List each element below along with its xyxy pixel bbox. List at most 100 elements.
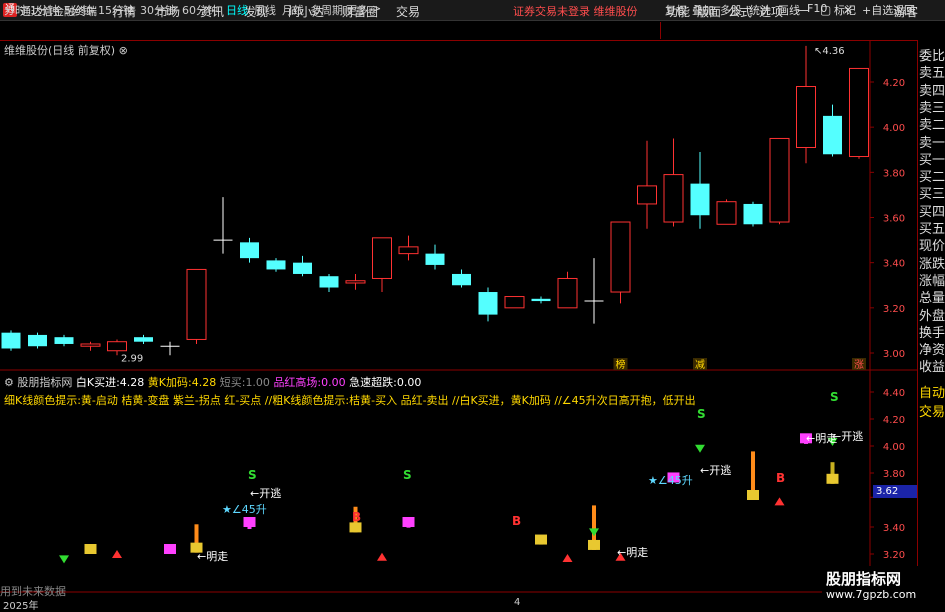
price-axis-label: 3.20	[883, 304, 905, 315]
candle-up	[610, 221, 631, 293]
toolbar-divider	[660, 22, 661, 39]
period-multi[interactable]: 多周期	[310, 2, 343, 18]
indicator-block	[588, 539, 600, 550]
price-axis-label: 3.00	[883, 349, 905, 360]
period-5min[interactable]: 5分钟	[64, 2, 93, 18]
quote-panel-item[interactable]: 卖四	[919, 80, 945, 99]
quote-panel-item[interactable]: 买二	[919, 166, 945, 185]
event-badge[interactable]: 涨	[854, 359, 864, 371]
period-60min[interactable]: 60分钟	[182, 2, 218, 18]
indicator-block	[243, 517, 256, 527]
quote-panel-item[interactable]: 换手	[919, 322, 945, 341]
tool-duogu[interactable]: 多股	[720, 2, 742, 18]
period-more[interactable]: 更多	[346, 2, 368, 18]
indicator-block	[535, 534, 547, 545]
chevron-icon[interactable]: ⊗	[119, 44, 128, 57]
candle-down	[425, 253, 445, 265]
quote-panel-item[interactable]: 收益	[919, 356, 945, 375]
indicator-annotation: B	[512, 514, 521, 528]
indicator-block	[747, 490, 759, 500]
indicator-block	[826, 473, 839, 484]
tool-back[interactable]: 返回	[893, 2, 915, 18]
ind-axis-label: 3.40	[883, 523, 905, 534]
tool-add-watchlist[interactable]: +自选	[862, 2, 893, 18]
chart-title: 维维股份(日线 前复权) ⊗	[4, 44, 128, 57]
tool-f10[interactable]: F10	[807, 2, 827, 15]
candle-up	[345, 280, 366, 284]
ind-label-3: 品红高场:	[273, 376, 322, 389]
candle-down	[319, 276, 339, 288]
quote-panel-item[interactable]: 买五	[919, 218, 945, 237]
ind-value-3: 0.00	[321, 376, 346, 389]
quote-panel-item[interactable]: 自动	[919, 382, 945, 401]
period-monthly[interactable]: 月线	[282, 2, 304, 18]
year-label: 2025年	[3, 601, 39, 612]
candle-down	[452, 273, 471, 286]
quote-panel-item[interactable]: 买一	[919, 149, 945, 168]
quote-panel-item[interactable]: 交易	[919, 401, 945, 420]
quote-panel-item[interactable]: 委比	[919, 45, 945, 64]
period-weekly[interactable]: 周线	[254, 2, 276, 18]
low-note: 2.99	[121, 353, 143, 364]
indicator-annotation: ←明走	[197, 550, 228, 563]
quote-panel-item[interactable]: 买三	[919, 183, 945, 202]
price-axis-label: 3.80	[883, 168, 905, 179]
price-axis-label: 4.20	[883, 78, 905, 89]
candle-down	[823, 115, 842, 155]
candle-up	[80, 343, 101, 347]
buy-triangle	[377, 552, 387, 561]
tool-diejia[interactable]: 叠加	[692, 2, 714, 18]
indicator-annotation: S	[248, 468, 257, 482]
kline-chart[interactable]: ↖4.36 2.99 榜 减 涨 ←明走 ★∠45升 ←开逃 S B S B ←明走 ★∠45升 ←开逃 S…	[0, 40, 917, 609]
ind-axis-label: 4.00	[883, 442, 905, 453]
tool-tongji[interactable]: 统计	[749, 2, 771, 18]
quote-panel-item[interactable]: 买四	[919, 201, 945, 220]
indicator-block	[84, 544, 97, 554]
buy-triangle	[774, 497, 785, 506]
quote-panel-item[interactable]: 涨跌	[919, 253, 945, 272]
candle-down	[743, 203, 763, 225]
sell-triangle	[695, 444, 705, 453]
sell-triangle	[59, 555, 69, 564]
menu-jiaoyi[interactable]: 交易	[396, 3, 420, 20]
quote-panel-item[interactable]: 现价	[919, 235, 945, 254]
quote-panel-item[interactable]: 卖五	[919, 62, 945, 81]
quote-panel-item[interactable]: 外盘	[919, 305, 945, 324]
candle-down	[266, 260, 286, 270]
period-1min[interactable]: 1分钟	[30, 2, 59, 18]
period-daily[interactable]: 日线	[226, 2, 248, 18]
quote-panel-item[interactable]: 总量	[919, 287, 945, 306]
ind-axis-label: 4.40	[883, 388, 905, 399]
indicator-annotation: S	[403, 468, 412, 482]
period-fenshi[interactable]: 分时	[4, 2, 26, 18]
login-notice[interactable]: 证券交易未登录 维维股份	[513, 3, 638, 19]
candle-up	[398, 246, 419, 255]
event-badge[interactable]: 榜	[616, 358, 626, 371]
quote-panel-item[interactable]: 卖二	[919, 114, 945, 133]
candle-up	[716, 201, 737, 225]
watermark-url: www.7gpzb.com	[826, 588, 917, 601]
chevron-right-icon[interactable]: >	[372, 2, 381, 15]
quote-panel-item[interactable]: 卖三	[919, 97, 945, 116]
indicator-gear-icon[interactable]: ⚙	[4, 376, 14, 389]
ind-axis-label: 3.20	[883, 550, 905, 561]
quote-panel-item[interactable]: 卖一	[919, 132, 945, 151]
quote-panel-item[interactable]: 净资	[919, 339, 945, 358]
candle-up	[107, 341, 127, 352]
tool-huaxian[interactable]: 画线	[778, 2, 800, 18]
period-15min[interactable]: 15分钟	[98, 2, 134, 18]
candle-down	[1, 332, 21, 349]
month-label: 4	[514, 597, 521, 608]
buy-triangle	[112, 550, 122, 558]
ind-label-4: 急速超跌:	[349, 376, 397, 389]
tool-fuquan[interactable]: 复权	[665, 2, 687, 18]
period-30min[interactable]: 30分钟	[140, 2, 176, 18]
tool-biaoji[interactable]: 标记	[834, 2, 856, 18]
quote-panel-item[interactable]: 涨幅	[919, 270, 945, 289]
indicator-annotation: B	[776, 471, 785, 485]
event-badge[interactable]: 减	[695, 359, 705, 371]
indicator-annotation: B	[352, 510, 361, 524]
indicator-name[interactable]: 股朋指标网	[17, 376, 72, 389]
ind-value-2: 1.00	[245, 376, 270, 389]
ind-label-1: 黄K加码:	[147, 376, 192, 389]
